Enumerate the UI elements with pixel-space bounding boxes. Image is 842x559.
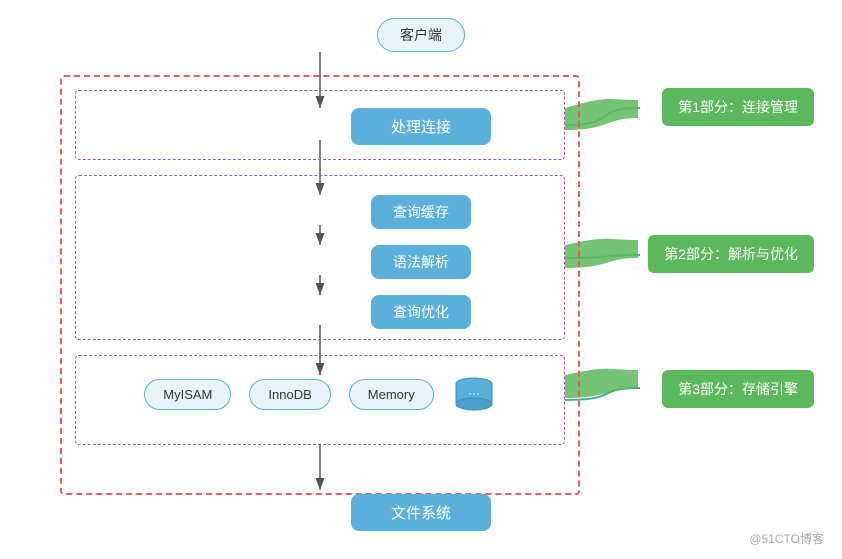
green-label-part1: 第1部分：连接管理 — [662, 88, 814, 126]
section2-box — [75, 175, 565, 340]
green-label-part2: 第2部分：解析与优化 — [648, 235, 814, 273]
file-system-node: 文件系统 — [351, 494, 491, 531]
query-opt-node: 查询优化 — [371, 295, 471, 329]
process-conn-node: 处理连接 — [351, 108, 491, 145]
watermark: @51CTO博客 — [749, 530, 824, 547]
diagram-container: 客户端 处理连接 查询缓存 语法解析 查询优化 MyISAM InnoDB Me… — [0, 0, 842, 559]
query-cache-node: 查询缓存 — [371, 195, 471, 229]
syntax-parse-node: 语法解析 — [371, 245, 471, 279]
engines-row: MyISAM InnoDB Memory ··· — [85, 375, 555, 413]
engine-innodb: InnoDB — [249, 379, 330, 410]
svg-text:···: ··· — [468, 386, 480, 400]
green-label-part3: 第3部分：存储引擎 — [662, 370, 814, 408]
section1-box — [75, 90, 565, 160]
engine-myisam: MyISAM — [144, 379, 231, 410]
engine-memory: Memory — [349, 379, 434, 410]
client-node: 客户端 — [377, 18, 465, 52]
engine-other-icon: ··· — [452, 375, 496, 413]
